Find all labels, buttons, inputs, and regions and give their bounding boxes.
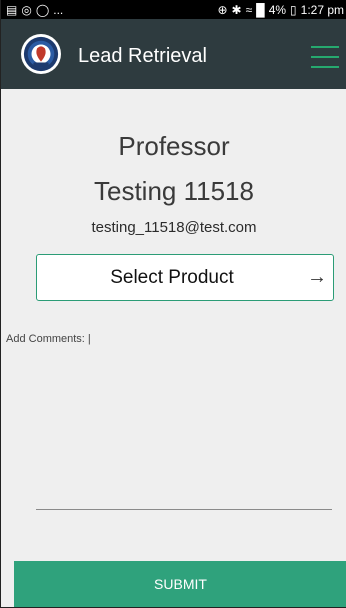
bluetooth-icon: ✱ xyxy=(231,2,242,17)
select-product-label: Select Product xyxy=(110,266,234,288)
comments-label: Add Comments: | xyxy=(6,333,91,345)
at-icon: ◎ xyxy=(21,2,32,17)
battery-icon: ▯ xyxy=(290,2,297,17)
contact-email: testing_11518@test.com xyxy=(91,219,257,236)
app-title: Lead Retrieval xyxy=(78,45,207,67)
comments-input[interactable] xyxy=(36,346,332,510)
whatsapp-icon: ◯ xyxy=(35,2,50,17)
status-time: 1:27 pm xyxy=(300,2,344,17)
menu-line xyxy=(311,66,339,68)
status-right: ⊕ ✱ ≈ █ 4% ▯ 1:27 pm xyxy=(217,3,344,17)
status-left: ▤ ◎ ◯ ... xyxy=(6,3,63,17)
status-ellipsis: ... xyxy=(53,2,64,17)
eacts-logo-icon xyxy=(21,34,61,74)
select-product-button[interactable]: Select Product → xyxy=(36,254,334,301)
submit-button[interactable]: SUBMIT xyxy=(14,561,346,607)
status-bar: ▤ ◎ ◯ ... ⊕ ✱ ≈ █ 4% ▯ 1:27 pm xyxy=(1,0,346,19)
wifi-icon: ≈ xyxy=(245,2,253,17)
image-icon: ▤ xyxy=(6,2,18,17)
menu-line xyxy=(311,46,339,48)
arrow-right-icon: → xyxy=(307,266,327,288)
data-saver-icon: ⊕ xyxy=(217,2,228,17)
signal-icon: █ xyxy=(256,2,265,17)
app-bar: Lead Retrieval xyxy=(1,19,346,89)
hamburger-menu-icon[interactable] xyxy=(311,46,341,68)
menu-line xyxy=(311,56,339,58)
contact-title: Professor xyxy=(118,131,230,161)
app-screen: ▤ ◎ ◯ ... ⊕ ✱ ≈ █ 4% ▯ 1:27 pm Lead Retr… xyxy=(0,0,346,608)
contact-name: Testing 11518 xyxy=(94,176,254,206)
battery-percent: 4% xyxy=(268,2,287,17)
